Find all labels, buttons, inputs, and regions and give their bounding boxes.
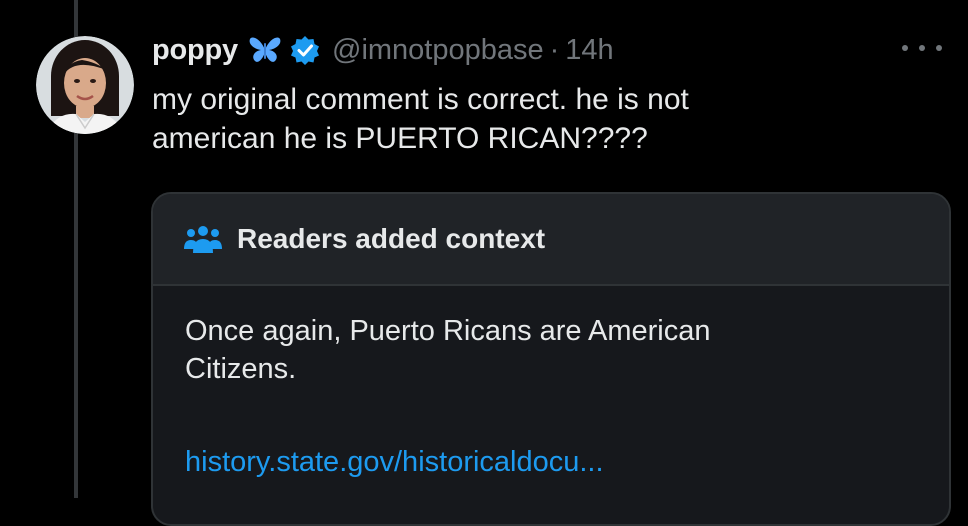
community-note-line: Citizens. bbox=[185, 353, 297, 385]
community-note-line: Once again, Puerto Ricans are American bbox=[185, 315, 711, 347]
community-note-link[interactable]: history.state.gov/historicaldocu... bbox=[185, 446, 604, 479]
community-note[interactable]: Readers added context Once again, Puerto… bbox=[151, 192, 951, 526]
community-note-body: Once again, Puerto Ricans are American C… bbox=[185, 312, 905, 388]
avatar-image bbox=[36, 36, 134, 134]
readers-group-icon bbox=[183, 223, 223, 255]
more-dot bbox=[919, 45, 925, 51]
community-note-title: Readers added context bbox=[237, 223, 546, 254]
more-dot bbox=[936, 45, 942, 51]
tweet-text: my original comment is correct. he is no… bbox=[152, 80, 872, 158]
community-note-divider bbox=[153, 284, 949, 286]
display-name[interactable]: poppy bbox=[152, 34, 238, 67]
tweet-text-line: american he is PUERTO RICAN???? bbox=[152, 122, 648, 155]
timestamp[interactable]: 14h bbox=[565, 34, 613, 67]
handle[interactable]: @imnotpopbase bbox=[332, 34, 544, 67]
more-dot bbox=[902, 45, 908, 51]
tweet-text-line: my original comment is correct. he is no… bbox=[152, 83, 689, 116]
community-note-header: Readers added context bbox=[153, 194, 949, 284]
avatar[interactable] bbox=[36, 36, 134, 134]
verified-badge-icon[interactable] bbox=[290, 35, 320, 65]
more-options-icon[interactable] bbox=[902, 38, 942, 58]
tweet-header: poppy @imnotpopbase · 14h bbox=[152, 28, 614, 72]
butterfly-icon bbox=[248, 35, 282, 65]
separator-dot: · bbox=[549, 33, 560, 66]
